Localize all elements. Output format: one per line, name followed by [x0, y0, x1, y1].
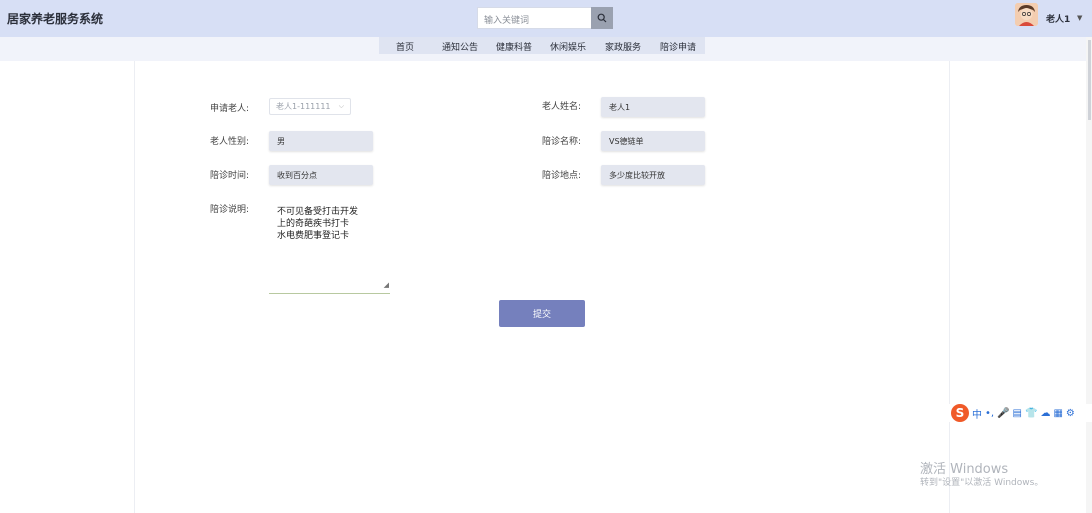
applicant-select[interactable]: 老人1-111111 ⌵ [269, 98, 351, 115]
search-icon [597, 13, 607, 23]
search-box[interactable] [477, 7, 591, 31]
nav-item-escort[interactable]: 陪诊申请 [660, 40, 696, 53]
sogou-logo-icon[interactable]: S [951, 404, 969, 422]
escort-name-label: 陪诊名称: [542, 137, 582, 147]
cloud-icon[interactable]: ☁ [1040, 408, 1050, 419]
avatar[interactable] [1015, 3, 1038, 26]
applicant-value: 老人1-111111 [276, 102, 331, 111]
nav-item-leisure[interactable]: 休闲娱乐 [550, 40, 586, 53]
name-label: 老人姓名: [542, 102, 582, 112]
user-name[interactable]: 老人1 [1046, 12, 1070, 25]
escort-desc-textarea[interactable]: 不可见备受打击开发 上的奇葩疾书打卡 水电费肥事登记卡 ◢ [269, 201, 390, 294]
escort-time-label: 陪诊时间: [210, 171, 250, 181]
main-nav: 首页 通知公告 健康科普 休闲娱乐 家政服务 陪诊申请 [379, 37, 705, 54]
ime-toolbar: S 中 •, 🎤 ▤ 👕 ☁ ▦ ⚙ [949, 404, 1092, 422]
nav-item-health[interactable]: 健康科普 [496, 40, 532, 53]
escort-time-field[interactable]: 收到百分点 [269, 165, 373, 185]
applicant-label: 申请老人: [210, 104, 250, 114]
desc-line: 不可见备受打击开发 [277, 207, 359, 217]
escort-place-label: 陪诊地点: [542, 171, 582, 181]
skin-icon[interactable]: 👕 [1025, 408, 1037, 419]
ime-mode[interactable]: 中 [972, 406, 982, 421]
search-button[interactable] [591, 7, 613, 29]
nav-item-home[interactable]: 首页 [396, 40, 414, 53]
gender-field[interactable]: 男 [269, 131, 373, 151]
chevron-down-icon[interactable]: ▼ [1077, 14, 1082, 22]
submit-button[interactable]: 提交 [499, 300, 585, 327]
top-header: 居家养老服务系统 老人1 ▼ [0, 0, 1092, 37]
chevron-down-icon: ⌵ [338, 102, 344, 110]
name-field[interactable]: 老人1 [601, 97, 705, 117]
settings-icon[interactable]: ⚙ [1066, 408, 1075, 419]
content-panel [134, 61, 950, 513]
toolbox-icon[interactable]: ▦ [1053, 408, 1062, 419]
desc-line: 水电费肥事登记卡 [277, 231, 350, 241]
punctuation-icon[interactable]: •, [985, 408, 994, 419]
nav-item-housekeeping[interactable]: 家政服务 [605, 40, 641, 53]
scrollbar-thumb[interactable] [1088, 40, 1091, 120]
search-input[interactable] [478, 11, 591, 31]
app-title: 居家养老服务系统 [7, 12, 104, 26]
escort-name-field[interactable]: VS德链单 [601, 131, 705, 151]
activation-watermark-subtitle: 转到"设置"以激活 Windows。 [920, 478, 1044, 488]
resize-handle-icon[interactable]: ◢ [384, 279, 389, 291]
microphone-icon[interactable]: 🎤 [997, 408, 1009, 419]
escort-desc-label: 陪诊说明: [210, 205, 250, 215]
avatar-icon [1015, 3, 1038, 26]
keyboard-icon[interactable]: ▤ [1013, 408, 1022, 419]
gender-label: 老人性别: [210, 137, 250, 147]
desc-line: 上的奇葩疾书打卡 [277, 219, 350, 229]
escort-place-field[interactable]: 多少度比较开放 [601, 165, 705, 185]
nav-item-notices[interactable]: 通知公告 [442, 40, 478, 53]
